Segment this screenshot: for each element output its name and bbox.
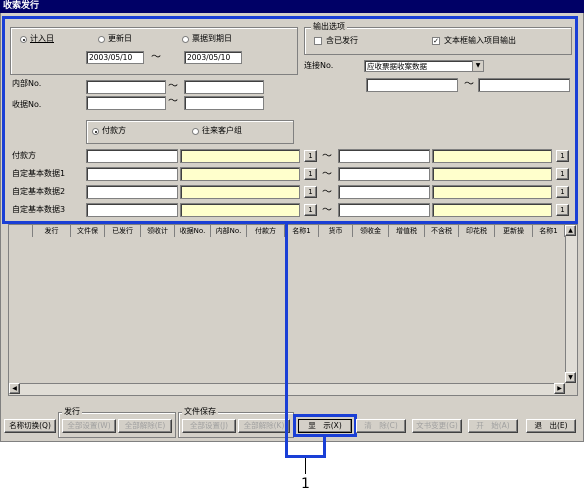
grid-col-file-save[interactable]: 文件保 [71,225,105,237]
save-group-title: 文件保存 [182,407,218,416]
criteria-highlight [2,16,578,224]
window-title: 收索发行 [0,0,584,13]
scroll-up-icon[interactable]: ▲ [565,225,576,236]
callout-number: 1 [301,476,310,492]
results-grid[interactable]: 发行 文件保 已发行 领收计 收据No. 内部No. 付款方 名称1 货币 领收… [8,224,578,396]
grid-col-receipt-total[interactable]: 领收计 [141,225,175,237]
grid-col-name1[interactable]: 名称1 [285,225,319,237]
scroll-right-icon[interactable]: ▶ [554,383,565,394]
grid-col-currency[interactable]: 货币 [319,225,353,237]
issue-set-all-button[interactable]: 全部设置(W) [62,419,116,433]
grid-col-internal-no[interactable]: 内部No. [211,225,247,237]
scroll-down-icon[interactable]: ▼ [565,372,576,383]
save-set-all-button[interactable]: 全部设置(J) [182,419,236,433]
exit-button[interactable]: 退 出(E) [526,419,576,433]
grid-col-receipt-no[interactable]: 收据No. [175,225,211,237]
callout-line-stem [305,458,306,474]
save-release-all-button[interactable]: 全部解除(K) [238,419,290,433]
scroll-left-icon[interactable]: ◀ [9,383,20,394]
grid-col-payer[interactable]: 付款方 [247,225,285,237]
start-button[interactable]: 开 始(A) [468,419,518,433]
vertical-scrollbar[interactable] [565,225,577,383]
text-change-button[interactable]: 文书变更(G) [412,419,462,433]
clear-button[interactable]: 清 除(C) [356,419,406,433]
grid-col-issue[interactable]: 发行 [33,225,71,237]
callout-line-left [285,224,288,458]
issue-group-title: 发行 [62,407,82,416]
grid-header-corner [9,225,33,237]
grid-col-issued[interactable]: 已发行 [105,225,141,237]
grid-col-excl-tax[interactable]: 不含税 [425,225,459,237]
grid-col-update-op[interactable]: 更新操 [495,225,533,237]
grid-col-stamp-tax[interactable]: 印花税 [459,225,495,237]
issue-release-all-button[interactable]: 全部解除(E) [118,419,172,433]
show-button-highlight [293,414,357,437]
grid-col-name1-b[interactable]: 名称1 [533,225,565,237]
name-switch-button[interactable]: 名称切换(Q) [4,419,56,433]
grid-col-vat[interactable]: 增值税 [389,225,425,237]
grid-col-receipt-amount[interactable]: 领收金 [353,225,389,237]
